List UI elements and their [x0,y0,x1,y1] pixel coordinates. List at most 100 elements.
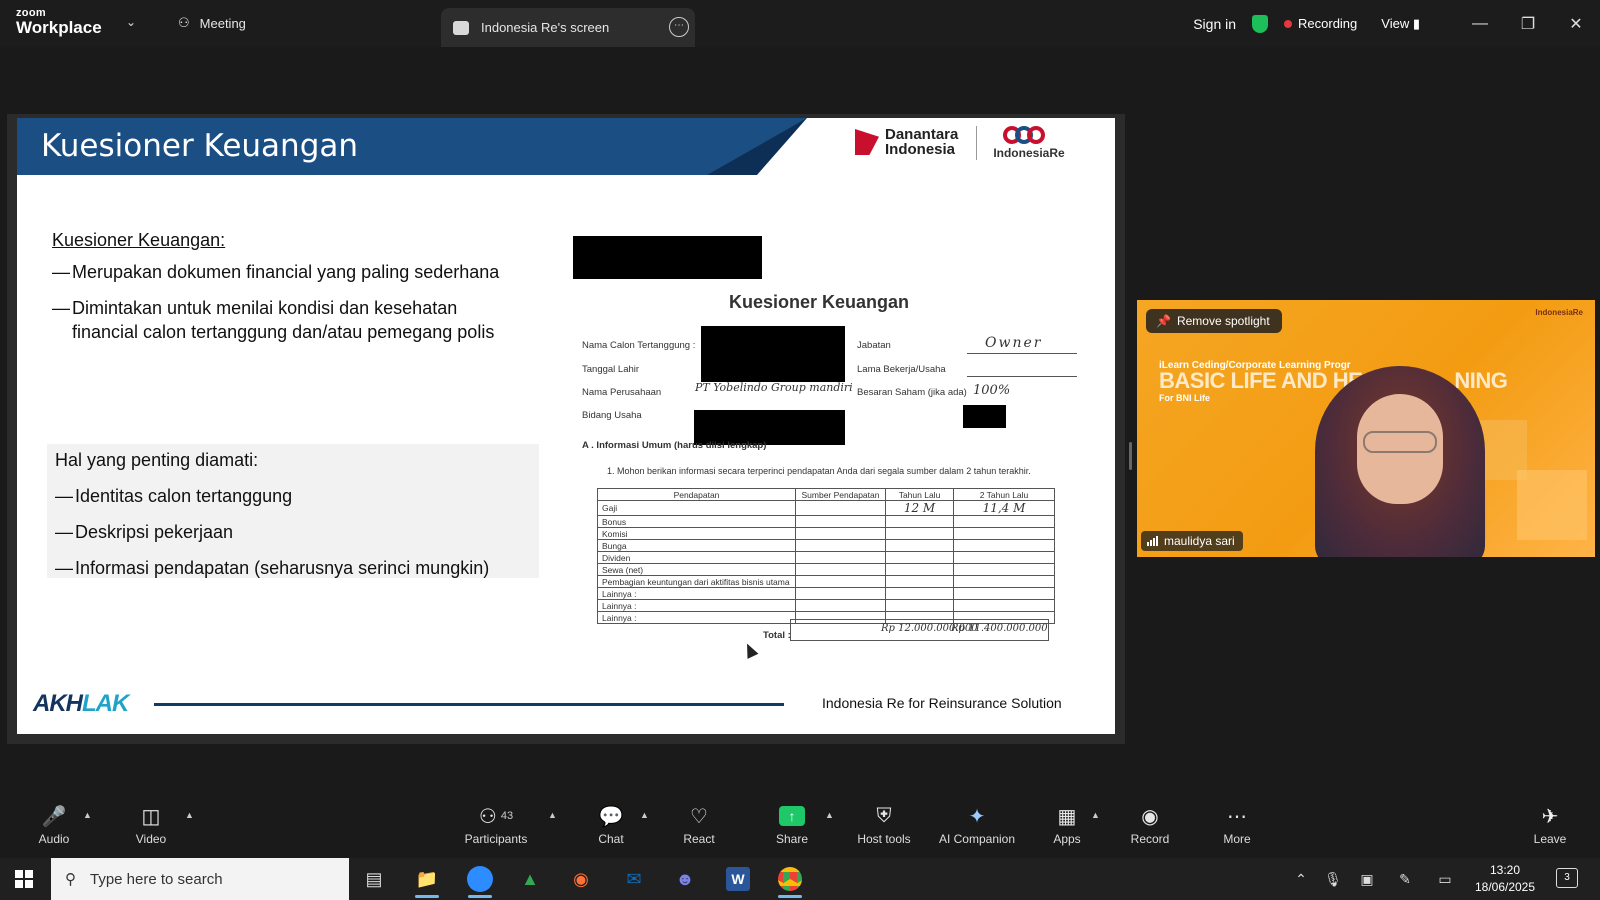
form-label-perusahaan: Nama Perusahaan [582,387,662,398]
people-icon: ⚇ [178,15,190,30]
audio-options-chevron-icon[interactable]: ▲ [83,810,92,820]
outlook-icon[interactable]: ✉ [610,858,658,900]
react-button[interactable]: ♡ React [659,800,739,847]
security-shield-icon[interactable] [1252,14,1269,33]
host-tools-button[interactable]: ⛨ Host tools [844,800,924,847]
table-cell: 12 M [885,500,954,516]
table-cell: Pembagian keuntungan dari aktifitas bisn… [597,575,796,588]
form-line [967,353,1077,354]
speaker-glasses [1363,431,1437,453]
more-button[interactable]: ⋯ More [1197,800,1277,847]
spotlight-video[interactable]: 📌 Remove spotlight IndonesiaRe iLearn Ce… [1137,300,1595,557]
table-cell: 11,4 M [953,500,1055,516]
participants-count: 43 [500,810,514,822]
participants-options-chevron-icon[interactable]: ▲ [548,810,557,820]
redaction-block [573,236,762,279]
more-dots-icon: ⋯ [1227,805,1247,828]
table-cell: Bunga [597,539,796,552]
apps-options-chevron-icon[interactable]: ▲ [1091,810,1100,820]
zoom-app-icon[interactable] [456,858,504,900]
remove-spotlight-button[interactable]: 📌 Remove spotlight [1146,309,1282,333]
table-cell: Lainnya : [597,611,796,624]
zoom-workplace-logo[interactable]: zoom Workplace [16,8,102,37]
task-view-icon[interactable]: ▤ [350,858,398,900]
table-header: Sumber Pendapatan [795,488,886,501]
microphone-icon[interactable]: 🎙 [1320,858,1346,900]
ai-companion-label: AI Companion [938,832,1016,846]
react-label: React [683,832,715,846]
word-icon[interactable]: W [714,858,762,900]
table-row: Bonus [597,515,1055,528]
windows-start-icon[interactable] [15,870,33,888]
share-button[interactable]: ↑ Share [752,800,832,846]
ai-companion-button[interactable]: ✦ AI Companion [929,800,1025,847]
tab-shared-screen[interactable]: Indonesia Re's screen ⋯ [441,8,695,47]
record-button[interactable]: ◉ Record [1110,800,1190,847]
chat-button[interactable]: 💬 Chat [571,800,651,847]
recording-dot-icon [1284,19,1293,28]
taskbar-search-box[interactable]: ⚲ Type here to search [51,858,349,900]
search-placeholder: Type here to search [90,870,223,888]
audio-button[interactable]: 🎤 Audio [14,800,94,847]
host-tools-label: Host tools [857,832,911,846]
close-icon[interactable]: ✕ [1552,14,1600,34]
recording-indicator[interactable]: Recording [1284,16,1357,31]
important-text: Identitas calon tertanggung [75,486,293,506]
share-options-chevron-icon[interactable]: ▲ [825,810,834,820]
display-icon[interactable]: ▣ [1354,858,1380,900]
bullet-item: — Dimintakan untuk menilai kondisi dan ke… [52,298,458,318]
participants-icon: ⚇ 43 [478,805,514,828]
form-title: Kuesioner Keuangan [729,292,910,312]
handwritten-jabatan: Owner [985,335,1043,351]
share-label: Share [775,832,809,846]
pin-icon: 📌 [1156,314,1171,328]
audio-label: Audio [38,832,70,846]
view-button[interactable]: View ▮ [1381,16,1420,32]
sign-in-button[interactable]: Sign in [1193,16,1236,32]
host-shield-icon: ⛨ [876,804,892,827]
total-label: Total : [763,630,791,641]
show-hidden-icons-chevron-icon[interactable]: ⌃ [1288,858,1314,900]
participants-button[interactable]: ⚇ 43 Participants [456,800,536,847]
table-row: Bunga [597,539,1055,552]
teams-icon[interactable]: ☻ [661,858,709,900]
form-label-lama: Lama Bekerja/Usaha [857,364,946,375]
table-cell: Dividen [597,551,796,564]
network-icon[interactable]: ▭ [1432,858,1458,900]
indonesia-re-logo: IndonesiaRe [989,124,1069,160]
akhlak-logo-part-2: LAK [82,690,129,717]
chat-options-chevron-icon[interactable]: ▲ [640,810,649,820]
panel-resize-handle[interactable] [1129,442,1132,470]
form-section-a: A . Informasi Umum (harus diisi lengkap) [582,440,767,451]
table-cell: Lainnya : [597,599,796,612]
minimize-icon[interactable]: — [1456,15,1504,33]
chrome-icon[interactable] [766,858,814,900]
google-drive-icon[interactable]: ▲ [506,858,554,900]
windows-taskbar: ⚲ Type here to search ▤ 📁 ▲ ◉ ✉ ☻ W ⌃ 🎙 … [0,858,1600,900]
leave-button[interactable]: ✈ Leave [1510,800,1590,847]
video-button[interactable]: ◫ Video [111,800,191,847]
firefox-icon[interactable]: ◉ [557,858,605,900]
bullet-continuation: financial calon tertanggung dan/atau pem… [72,322,495,342]
more-options-icon[interactable]: ⋯ [669,17,689,37]
title-bar: zoom Workplace ⌄ ⚇ Meeting Indonesia Re'… [0,0,1600,47]
apps-button[interactable]: ▦ Apps [1027,800,1107,847]
section-title: Kuesioner Keuangan: [52,230,226,250]
video-options-chevron-icon[interactable]: ▲ [185,810,194,820]
table-header-row: Pendapatan Sumber Pendapatan Tahun Lalu … [597,488,1055,501]
restore-icon[interactable]: ❐ [1504,14,1552,34]
participant-name-tag: maulidya sari [1141,531,1243,551]
meeting-toolbar: 🎤 Audio ▲ ◫ Video ▲ ⚇ 43 Participants ▲ 💬… [0,800,1600,858]
table-header: Tahun Lalu [885,488,954,501]
table-cell: Komisi [597,527,796,540]
chevron-down-icon[interactable]: ⌄ [126,15,136,29]
taskbar-clock[interactable]: 13:20 18/06/2025 [1468,862,1542,896]
leave-label: Leave [1533,832,1567,846]
file-explorer-icon[interactable]: 📁 [403,858,451,900]
tab-meeting[interactable]: ⚇ Meeting [178,15,246,31]
important-text: Informasi pendapatan (seharusnya serinci… [75,558,490,578]
pen-icon[interactable]: ✎ [1392,858,1418,900]
akhlak-logo: AKHLAK [33,690,129,718]
table-header: 2 Tahun Lalu [953,488,1055,501]
notifications-icon[interactable]: 3 [1556,868,1578,888]
